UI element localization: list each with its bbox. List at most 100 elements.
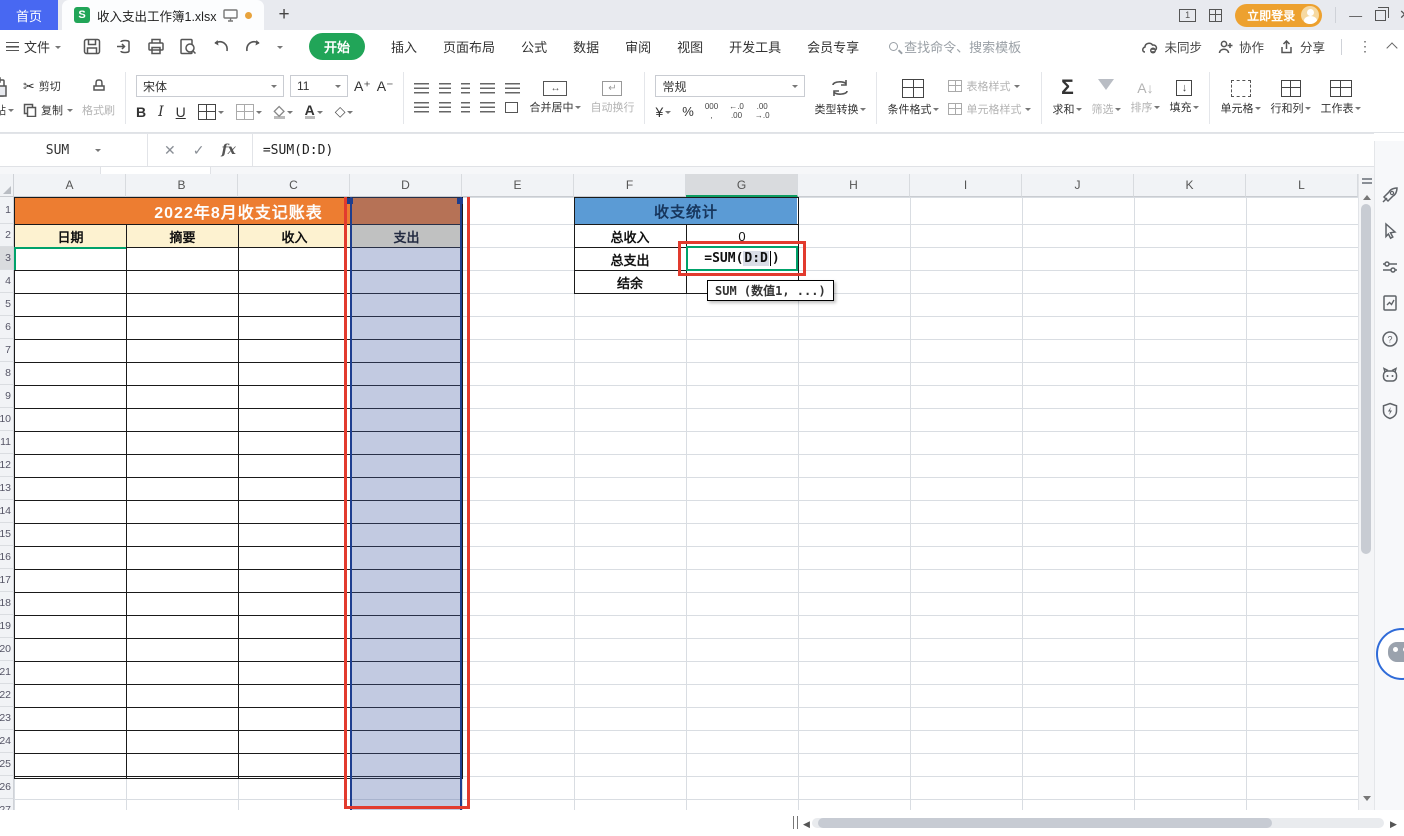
undo-icon[interactable] xyxy=(211,39,230,54)
tab-member[interactable]: 会员专享 xyxy=(807,37,859,56)
print-icon[interactable] xyxy=(147,38,165,55)
format-painter-button[interactable]: 格式刷 xyxy=(82,77,115,118)
ledger-header-income[interactable]: 收入 xyxy=(239,225,350,247)
column-header-A[interactable]: A xyxy=(14,174,126,197)
collapse-ribbon-icon[interactable] xyxy=(1386,42,1397,53)
column-header-H[interactable]: H xyxy=(798,174,910,197)
export-icon[interactable] xyxy=(115,38,133,55)
fill-color-button[interactable]: ◇ xyxy=(274,104,293,119)
row-header-26[interactable]: 26 xyxy=(0,776,14,799)
more-commands-icon[interactable] xyxy=(277,46,283,52)
align-center-icon[interactable] xyxy=(439,102,451,113)
window-list-icon[interactable]: 1 xyxy=(1179,9,1196,22)
decrease-indent-icon[interactable] xyxy=(480,83,495,94)
column-header-E[interactable]: E xyxy=(462,174,574,197)
insert-function-button[interactable]: fx xyxy=(221,142,235,158)
spreadsheet-grid[interactable]: 2022年8月收支记账表 日期 摘要 收入 支出 收支统计 总收入 0 总支出 … xyxy=(0,174,1358,810)
row-header-17[interactable]: 17 xyxy=(0,569,14,592)
distribute-icon[interactable] xyxy=(505,102,518,113)
horizontal-scroll-thumb[interactable] xyxy=(818,818,1272,828)
percent-button[interactable]: % xyxy=(682,104,694,119)
merge-center-button[interactable]: ↔ 合并居中 xyxy=(529,81,581,115)
ledger-header-date[interactable]: 日期 xyxy=(15,225,126,247)
rocket-icon[interactable] xyxy=(1381,186,1399,204)
h-split-handle[interactable] xyxy=(793,816,798,829)
row-header-20[interactable]: 20 xyxy=(0,638,14,661)
tab-home[interactable]: 开始 xyxy=(309,33,365,60)
scroll-up-icon[interactable] xyxy=(1363,191,1371,200)
more-menu-icon[interactable]: ⋮ xyxy=(1358,38,1372,55)
name-box[interactable]: SUM xyxy=(0,134,148,166)
column-header-B[interactable]: B xyxy=(126,174,238,197)
cells-button[interactable]: 单元格 xyxy=(1220,80,1261,116)
row-header-19[interactable]: 19 xyxy=(0,615,14,638)
worksheet-button[interactable]: 工作表 xyxy=(1320,80,1361,116)
filter-button[interactable]: 筛选 xyxy=(1091,79,1121,117)
sync-status[interactable]: 未同步 xyxy=(1141,37,1202,56)
scroll-left-icon[interactable]: ◀ xyxy=(803,819,810,830)
row-header-8[interactable]: 8 xyxy=(0,362,14,385)
align-right-icon[interactable] xyxy=(461,102,470,113)
cut-button[interactable]: ✂剪切 xyxy=(23,78,73,95)
clear-format-button[interactable]: ◇ xyxy=(335,103,354,120)
bold-button[interactable]: B xyxy=(136,104,146,120)
stats-balance-label-cell[interactable]: 结余 xyxy=(575,271,685,293)
row-header-12[interactable]: 12 xyxy=(0,454,14,477)
column-header-F[interactable]: F xyxy=(574,174,686,197)
row-header-16[interactable]: 16 xyxy=(0,546,14,569)
column-header-C[interactable]: C xyxy=(238,174,350,197)
font-size-select[interactable]: 11 xyxy=(290,75,348,97)
decrease-font-button[interactable]: A⁻ xyxy=(377,78,394,95)
row-header-5[interactable]: 5 xyxy=(0,293,14,316)
tab-review[interactable]: 审阅 xyxy=(625,37,651,56)
app-grid-icon[interactable] xyxy=(1209,9,1222,22)
login-button[interactable]: 立即登录 xyxy=(1235,4,1322,27)
row-header-1[interactable]: 1 xyxy=(0,197,14,224)
rows-cols-button[interactable]: 行和列 xyxy=(1270,80,1311,116)
row-header-27[interactable]: 27 xyxy=(0,799,14,810)
currency-button[interactable]: ¥ xyxy=(655,104,671,120)
print-preview-icon[interactable] xyxy=(179,38,197,55)
shield-bolt-icon[interactable] xyxy=(1381,402,1399,420)
justify-icon[interactable] xyxy=(480,102,495,113)
home-tab[interactable]: 首页 xyxy=(0,0,58,30)
close-button[interactable]: ✕ xyxy=(1399,7,1404,23)
font-name-select[interactable]: 宋体 xyxy=(136,75,284,97)
increase-decimal-button[interactable]: ←.0 .00 xyxy=(729,103,744,120)
stats-title-cell[interactable]: 收支统计 xyxy=(575,198,797,224)
vertical-scroll-thumb[interactable] xyxy=(1361,204,1371,554)
conditional-format-button[interactable]: 条件格式 xyxy=(887,79,939,117)
chart-board-icon[interactable] xyxy=(1381,294,1399,312)
copy-button[interactable]: 复制 xyxy=(23,102,73,118)
table-style-button[interactable]: 表格样式 xyxy=(948,78,1031,94)
italic-button[interactable]: I xyxy=(158,104,164,120)
fill-button[interactable]: ↓ 填充 xyxy=(1169,80,1199,115)
row-header-7[interactable]: 7 xyxy=(0,339,14,362)
tab-insert[interactable]: 插入 xyxy=(391,37,417,56)
column-header-K[interactable]: K xyxy=(1134,174,1246,197)
restore-button[interactable] xyxy=(1375,10,1386,21)
scroll-right-icon[interactable]: ▶ xyxy=(1390,819,1397,830)
cell-a3-marker[interactable] xyxy=(14,247,126,270)
paste-button[interactable]: 粘贴 xyxy=(0,77,14,118)
type-convert-button[interactable]: 类型转换 xyxy=(814,78,866,117)
search-commands[interactable]: 查找命令、搜索模板 xyxy=(889,37,1021,56)
sliders-icon[interactable] xyxy=(1381,258,1399,276)
row-header-24[interactable]: 24 xyxy=(0,730,14,753)
confirm-entry-button[interactable]: ✓ xyxy=(193,142,205,159)
column-header-J[interactable]: J xyxy=(1022,174,1134,197)
row-header-21[interactable]: 21 xyxy=(0,661,14,684)
share-button[interactable]: 分享 xyxy=(1280,37,1325,56)
row-header-9[interactable]: 9 xyxy=(0,385,14,408)
decrease-decimal-button[interactable]: .00 →.0 xyxy=(755,103,770,120)
stats-expense-label-cell[interactable]: 总支出 xyxy=(575,248,685,270)
help-icon[interactable]: ? xyxy=(1381,330,1399,348)
minimize-button[interactable]: — xyxy=(1349,8,1362,23)
tab-page-layout[interactable]: 页面布局 xyxy=(443,37,495,56)
column-header-D[interactable]: D xyxy=(350,174,462,197)
row-header-10[interactable]: 10 xyxy=(0,408,14,431)
tab-view[interactable]: 视图 xyxy=(677,37,703,56)
increase-indent-icon[interactable] xyxy=(505,83,520,94)
new-tab-button[interactable]: + xyxy=(264,0,303,30)
row-header-6[interactable]: 6 xyxy=(0,316,14,339)
